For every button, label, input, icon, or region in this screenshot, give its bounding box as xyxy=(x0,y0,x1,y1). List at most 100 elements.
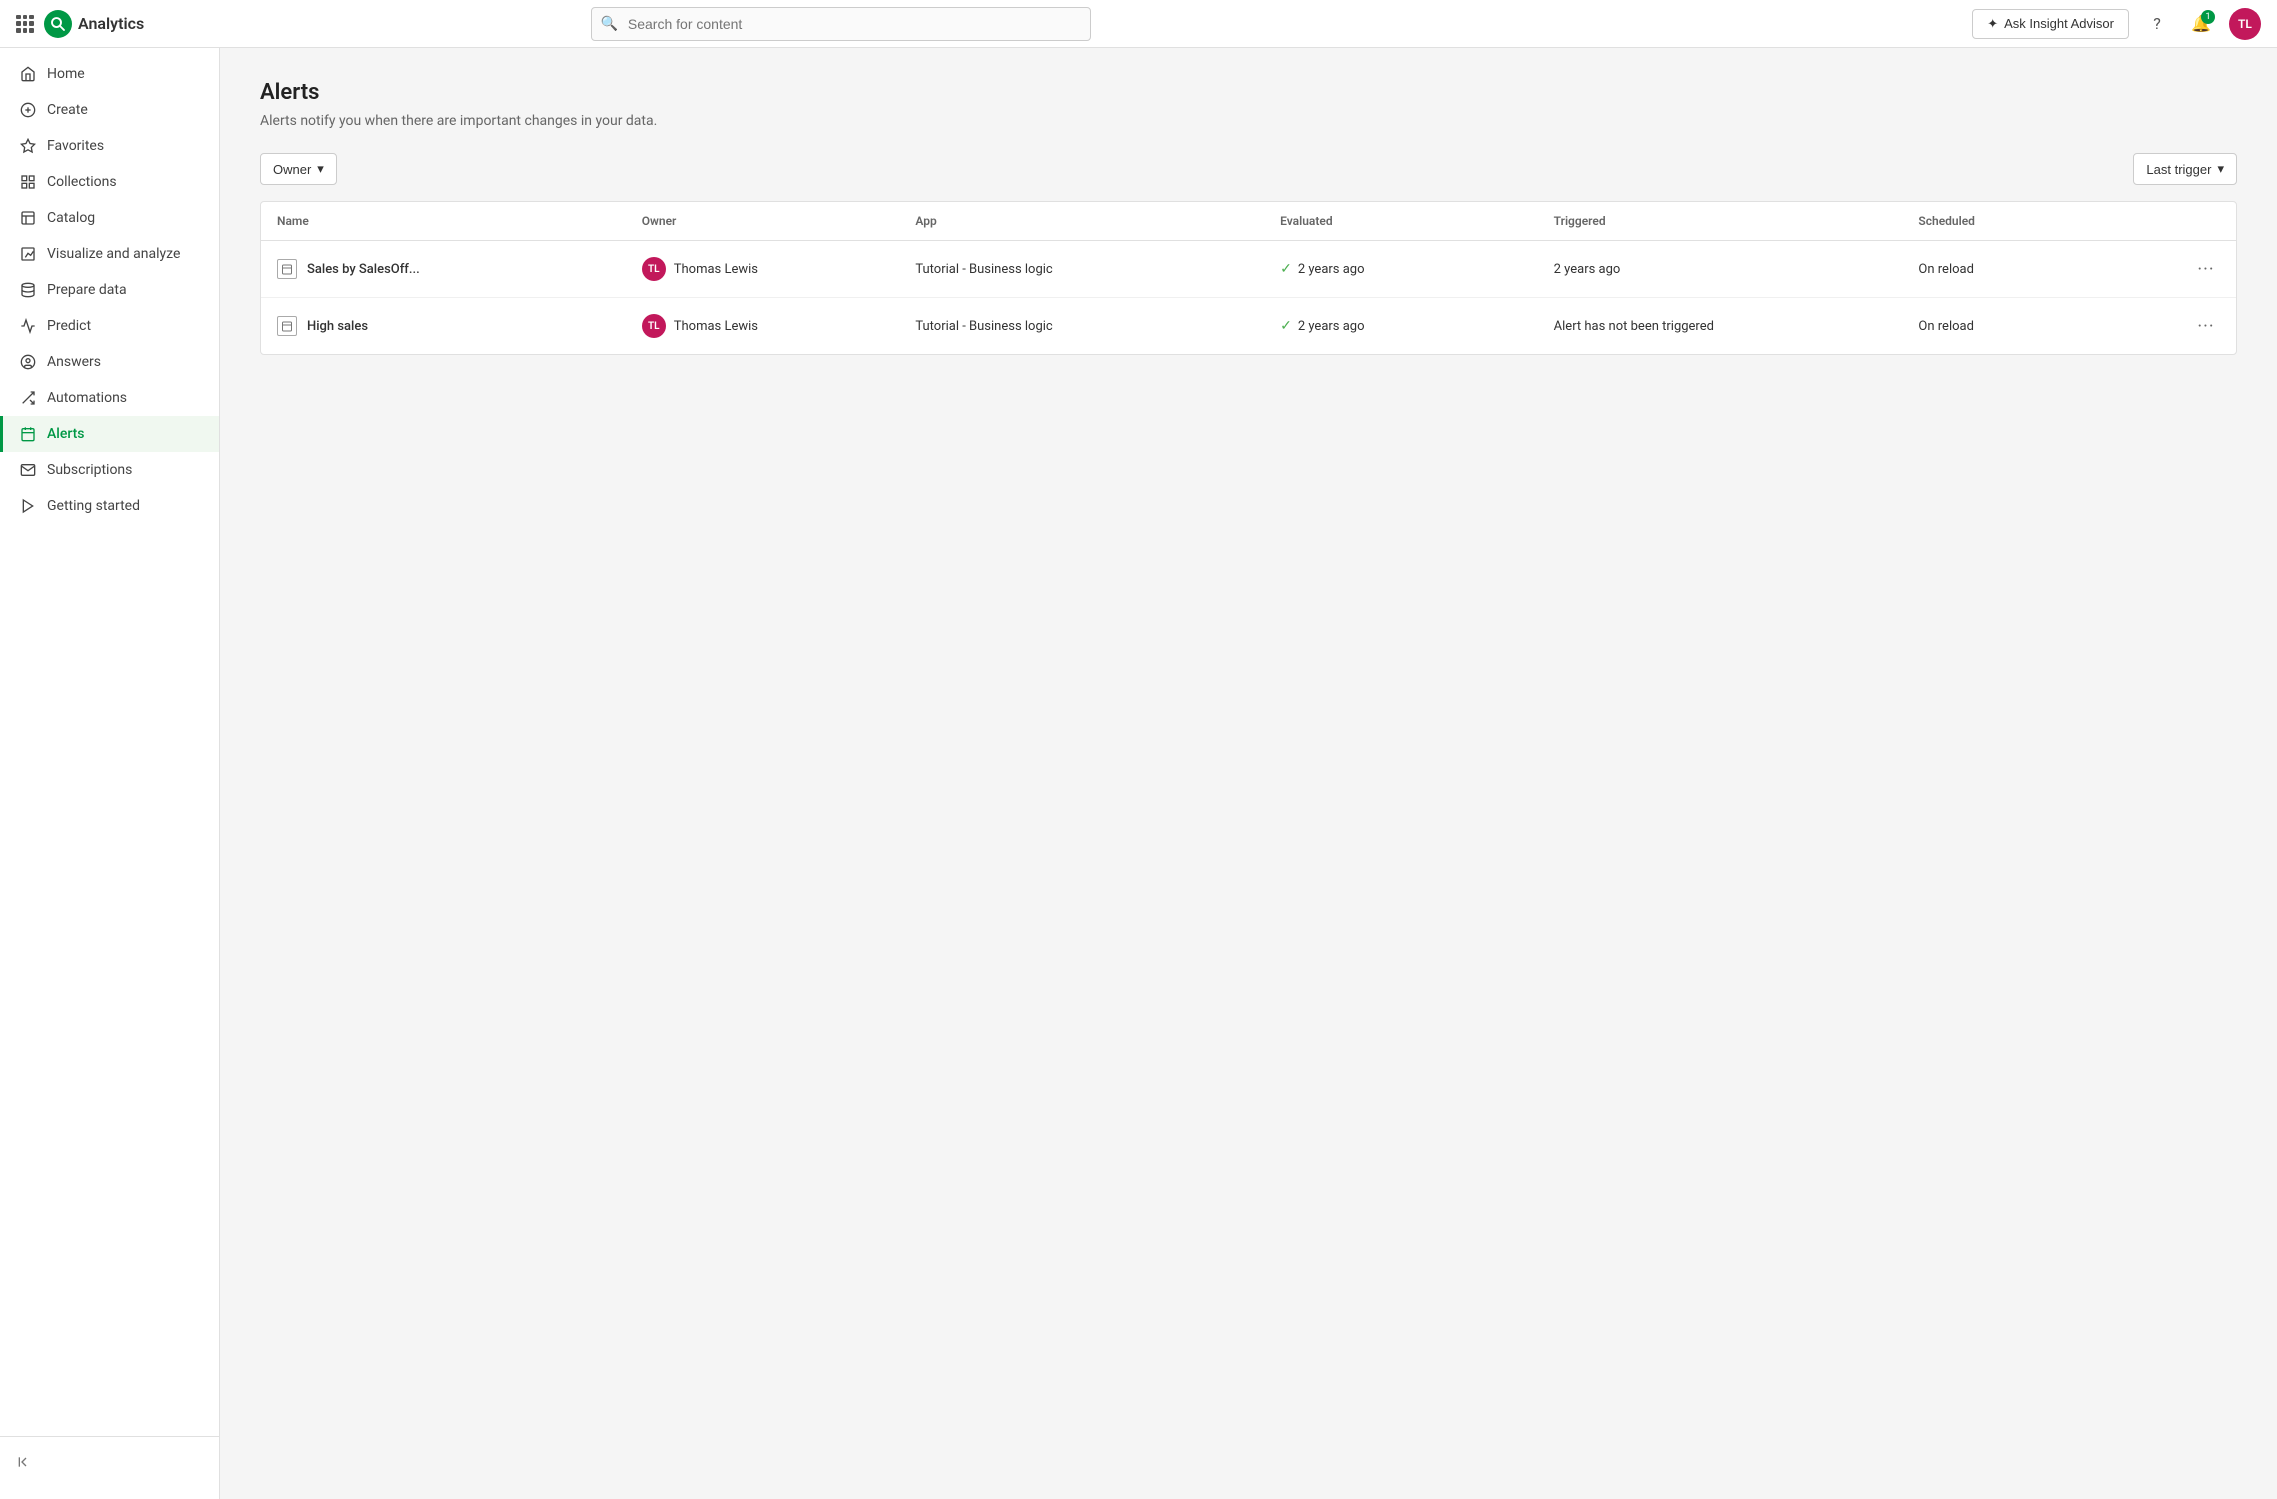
help-icon: ? xyxy=(2153,14,2161,33)
row1-triggered: 2 years ago xyxy=(1554,262,1621,277)
sidebar-item-automations[interactable]: Automations xyxy=(0,380,219,416)
collections-icon xyxy=(19,173,37,191)
app-title-label: Analytics xyxy=(78,14,144,33)
sidebar-item-catalog[interactable]: Catalog xyxy=(0,200,219,236)
sidebar-automations-label: Automations xyxy=(47,390,127,406)
row1-app-cell: Tutorial - Business logic xyxy=(899,248,1264,291)
grid-menu-icon[interactable] xyxy=(16,15,34,33)
row1-evaluated-cell: ✓ 2 years ago xyxy=(1264,247,1538,291)
row2-triggered-cell: Alert has not been triggered xyxy=(1538,305,1903,348)
row1-check-icon: ✓ xyxy=(1280,261,1292,277)
star-icon xyxy=(19,137,37,155)
last-trigger-label: Last trigger xyxy=(2146,162,2211,177)
sidebar-item-answers[interactable]: Answers xyxy=(0,344,219,380)
row1-actions-cell: ··· xyxy=(2176,241,2236,297)
sidebar-item-home[interactable]: Home xyxy=(0,56,219,92)
sidebar-create-label: Create xyxy=(47,102,88,118)
collapse-icon xyxy=(16,1454,32,1474)
row1-owner-name: Thomas Lewis xyxy=(674,262,758,277)
sidebar: Home Create Favorites Collections xyxy=(0,48,220,1499)
row1-app: Tutorial - Business logic xyxy=(915,262,1052,277)
top-bar: Analytics 🔍 ✦ Ask Insight Advisor ? 🔔 1 … xyxy=(0,0,2277,48)
col-actions xyxy=(2176,202,2236,240)
sidebar-getting-started-label: Getting started xyxy=(47,498,140,514)
sidebar-item-alerts[interactable]: Alerts xyxy=(0,416,219,452)
sidebar-item-collections[interactable]: Collections xyxy=(0,164,219,200)
sidebar-item-subscriptions[interactable]: Subscriptions xyxy=(0,452,219,488)
page-description: Alerts notify you when there are importa… xyxy=(260,113,2237,129)
notifications-button[interactable]: 🔔 1 xyxy=(2185,8,2217,40)
table-row: High sales TL Thomas Lewis Tutorial - Bu… xyxy=(261,298,2236,354)
sidebar-answers-label: Answers xyxy=(47,354,101,370)
getting-started-icon xyxy=(19,497,37,515)
owner-filter-label: Owner xyxy=(273,162,311,177)
page-title: Alerts xyxy=(260,80,2237,105)
search-bar: 🔍 xyxy=(591,7,1091,41)
owner-filter-button[interactable]: Owner ▾ xyxy=(260,153,337,185)
row1-scheduled-cell: On reload xyxy=(1902,248,2176,291)
row2-scheduled-cell: On reload xyxy=(1902,305,2176,348)
row1-triggered-cell: 2 years ago xyxy=(1538,248,1903,291)
col-triggered: Triggered xyxy=(1538,202,1903,240)
col-name: Name xyxy=(261,202,626,240)
user-avatar[interactable]: TL xyxy=(2229,8,2261,40)
home-icon xyxy=(19,65,37,83)
sidebar-item-visualize[interactable]: Visualize and analyze xyxy=(0,236,219,272)
sidebar-spacer xyxy=(0,524,219,1432)
col-app: App xyxy=(899,202,1264,240)
notification-badge: 1 xyxy=(2201,10,2215,24)
qlik-logo[interactable]: Analytics xyxy=(44,10,144,38)
sidebar-prepare-label: Prepare data xyxy=(47,282,127,298)
sidebar-item-favorites[interactable]: Favorites xyxy=(0,128,219,164)
row2-owner-name: Thomas Lewis xyxy=(674,319,758,334)
row1-name-cell: Sales by SalesOff... xyxy=(261,245,626,293)
row2-evaluated-cell: ✓ 2 years ago xyxy=(1264,304,1538,348)
last-trigger-chevron-icon: ▾ xyxy=(2217,161,2224,177)
answers-icon xyxy=(19,353,37,371)
toolbar: Owner ▾ Last trigger ▾ xyxy=(260,153,2237,185)
search-input[interactable] xyxy=(591,7,1091,41)
alert-row1-icon xyxy=(277,259,297,279)
app-container: Analytics 🔍 ✦ Ask Insight Advisor ? 🔔 1 … xyxy=(0,0,2277,1499)
insight-advisor-label: Ask Insight Advisor xyxy=(2004,16,2114,31)
table-header: Name Owner App Evaluated Triggered Sched… xyxy=(261,202,2236,241)
row1-more-button[interactable]: ··· xyxy=(2192,255,2220,283)
sidebar-home-label: Home xyxy=(47,66,85,82)
row2-triggered: Alert has not been triggered xyxy=(1554,319,1714,334)
alerts-icon xyxy=(19,425,37,443)
sidebar-catalog-label: Catalog xyxy=(47,210,95,226)
col-scheduled: Scheduled xyxy=(1902,202,2176,240)
row2-name[interactable]: High sales xyxy=(307,319,368,334)
predict-icon xyxy=(19,317,37,335)
sidebar-subscriptions-label: Subscriptions xyxy=(47,462,132,478)
sidebar-collections-label: Collections xyxy=(47,174,117,190)
search-icon: 🔍 xyxy=(601,16,618,32)
row1-evaluated: 2 years ago xyxy=(1298,262,1365,277)
subscriptions-icon xyxy=(19,461,37,479)
sidebar-item-getting-started[interactable]: Getting started xyxy=(0,488,219,524)
catalog-icon xyxy=(19,209,37,227)
collapse-sidebar-button[interactable] xyxy=(0,1445,219,1483)
row2-check-icon: ✓ xyxy=(1280,318,1292,334)
qlik-logo-circle xyxy=(44,10,72,38)
insight-advisor-button[interactable]: ✦ Ask Insight Advisor xyxy=(1972,9,2129,39)
sidebar-predict-label: Predict xyxy=(47,318,91,334)
main-area: Home Create Favorites Collections xyxy=(0,48,2277,1499)
col-evaluated: Evaluated xyxy=(1264,202,1538,240)
row1-name[interactable]: Sales by SalesOff... xyxy=(307,262,420,277)
prepare-icon xyxy=(19,281,37,299)
sidebar-alerts-label: Alerts xyxy=(47,426,85,442)
sidebar-item-create[interactable]: Create xyxy=(0,92,219,128)
main-content: Alerts Alerts notify you when there are … xyxy=(220,48,2277,1499)
row2-actions-cell: ··· xyxy=(2176,298,2236,354)
owner-chevron-icon: ▾ xyxy=(317,161,324,177)
sidebar-item-predict[interactable]: Predict xyxy=(0,308,219,344)
help-button[interactable]: ? xyxy=(2141,8,2173,40)
row1-scheduled: On reload xyxy=(1918,262,1974,277)
row2-app-cell: Tutorial - Business logic xyxy=(899,305,1264,348)
last-trigger-sort-button[interactable]: Last trigger ▾ xyxy=(2133,153,2237,185)
sidebar-item-prepare[interactable]: Prepare data xyxy=(0,272,219,308)
automations-icon xyxy=(19,389,37,407)
row2-more-button[interactable]: ··· xyxy=(2192,312,2220,340)
sidebar-favorites-label: Favorites xyxy=(47,138,104,154)
